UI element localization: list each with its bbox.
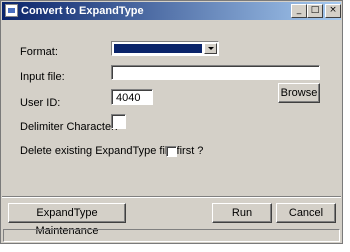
dialog-window: Convert to ExpandType _ □ × Format: Inpu… xyxy=(0,0,343,244)
input-file-label: Input file: xyxy=(20,71,65,83)
chevron-down-icon[interactable] xyxy=(204,43,217,54)
format-select[interactable] xyxy=(111,41,219,56)
status-bar xyxy=(3,229,340,242)
app-icon xyxy=(5,4,18,17)
user-id-field[interactable]: 4040 xyxy=(111,89,153,105)
minimize-button[interactable]: _ xyxy=(291,4,307,18)
format-label: Format: xyxy=(20,46,58,58)
user-id-label: User ID: xyxy=(20,97,61,109)
maximize-button[interactable]: □ xyxy=(307,4,323,18)
delimiter-label: Delimiter Character: xyxy=(20,121,118,133)
cancel-button[interactable]: Cancel xyxy=(276,203,336,223)
format-selected-value xyxy=(114,44,202,53)
input-file-field[interactable] xyxy=(111,65,320,80)
window-title: Convert to ExpandType xyxy=(21,5,144,17)
run-button[interactable]: Run xyxy=(212,203,272,223)
expandtype-maintenance-button[interactable]: ExpandType Maintenance xyxy=(8,203,126,237)
delimiter-field[interactable] xyxy=(111,114,126,129)
divider xyxy=(2,196,341,198)
close-button[interactable]: × xyxy=(325,4,341,18)
delete-existing-checkbox[interactable] xyxy=(166,146,177,157)
title-bar[interactable]: Convert to ExpandType _ □ × xyxy=(2,2,341,20)
browse-button[interactable]: Browse xyxy=(278,83,320,103)
